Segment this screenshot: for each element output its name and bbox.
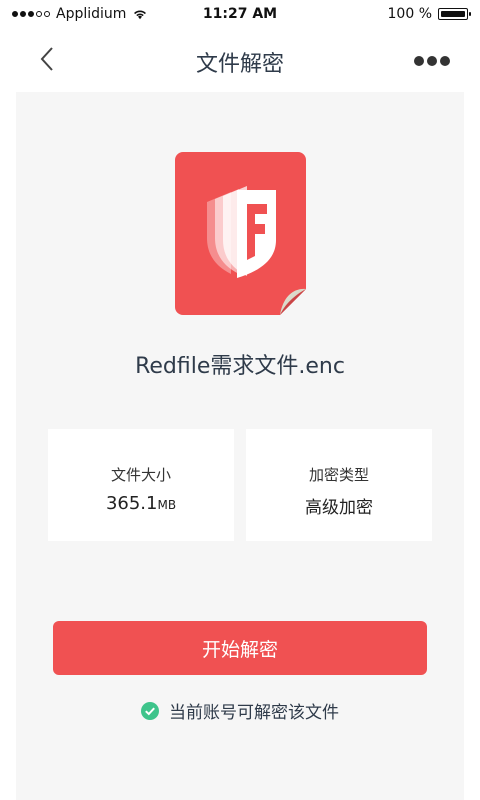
decrypt-permission-notice: 当前账号可解密该文件 — [16, 698, 464, 723]
file-size-label: 文件大小 — [110, 466, 171, 484]
decrypt-panel: Redfile需求文件.enc 文件大小 365.1MB 加密类型 高级加密 开… — [16, 92, 464, 800]
more-options-button[interactable] — [412, 52, 452, 70]
file-name: Redfile需求文件.enc — [135, 354, 345, 379]
file-size-card: 文件大小 365.1MB — [48, 429, 234, 541]
file-size-number: 365.1 — [105, 493, 158, 514]
status-right: 100 % — [387, 6, 471, 22]
navigation-bar: 文件解密 — [0, 30, 480, 92]
check-circle-icon — [141, 701, 159, 720]
start-decrypt-button[interactable]: 开始解密 — [53, 621, 427, 675]
battery-icon — [438, 8, 471, 20]
redfile-document-icon — [175, 152, 306, 315]
encryption-type-value: 高级加密 — [305, 498, 373, 518]
battery-level — [441, 11, 465, 17]
more-horizontal-icon — [414, 56, 450, 66]
file-size-unit: MB — [157, 498, 177, 512]
encryption-type-label: 加密类型 — [308, 466, 369, 484]
status-bar: Applidium 11:27 AM 100 % — [0, 0, 480, 30]
battery-percentage: 100 % — [387, 6, 432, 22]
page-title: 文件解密 — [195, 52, 284, 77]
notice-text: 当前账号可解密该文件 — [169, 703, 339, 723]
encryption-type-card: 加密类型 高级加密 — [246, 429, 432, 541]
file-size-value: 365.1MB — [48, 493, 234, 514]
